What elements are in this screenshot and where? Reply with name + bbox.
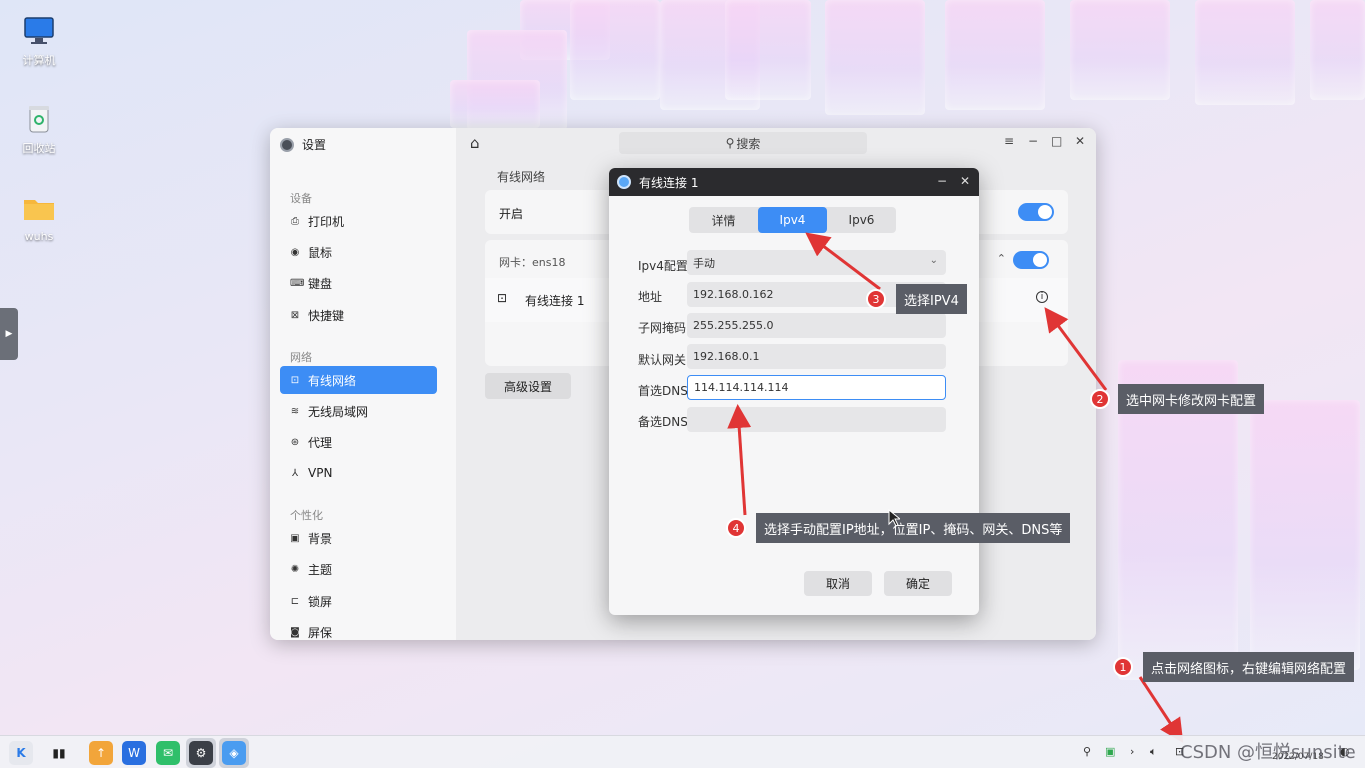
annotation-callout-2: 选中网卡修改网卡配置 <box>1118 384 1265 414</box>
taskbar: K ▮▮ ↑ W ✉ ⚙ ◈ ⚲ ▣ › 🔈︎ ⊡ ◐ <box>0 735 1365 768</box>
arrow-2 <box>1044 307 1108 391</box>
multitask-icon[interactable]: ▮▮ <box>47 741 71 765</box>
wps-icon[interactable]: W <box>122 741 146 765</box>
annotation-marker-1: 1 <box>1113 657 1133 677</box>
arrow-1 <box>1138 676 1184 744</box>
annotation-marker-2: 2 <box>1090 389 1110 409</box>
network-dialog-taskbar-icon[interactable]: ◈ <box>222 741 246 765</box>
annotation-marker-4: 4 <box>726 518 746 538</box>
chevron-right-icon[interactable]: › <box>1130 745 1134 758</box>
arrow-4 <box>727 404 752 516</box>
annotation-callout-3: 选择IPV4 <box>896 284 967 314</box>
annotation-callout-1: 点击网络图标，右键编辑网络配置 <box>1143 652 1355 682</box>
mouse-cursor-icon <box>888 509 900 527</box>
search-icon[interactable]: ⚲ <box>1083 745 1091 758</box>
volume-icon[interactable]: 🔈︎ <box>1150 745 1157 759</box>
chat-icon[interactable]: ✉ <box>156 741 180 765</box>
annotation-marker-3: 3 <box>866 289 886 309</box>
file-manager-icon[interactable]: ↑ <box>89 741 113 765</box>
start-menu-icon[interactable]: K <box>9 741 33 765</box>
tray-app-icon[interactable]: ▣ <box>1105 745 1115 758</box>
watermark: CSDN @恒悦sunsite <box>1180 742 1356 763</box>
settings-taskbar-icon[interactable]: ⚙ <box>189 741 213 765</box>
arrow-3 <box>805 232 881 291</box>
annotation-callout-4: 选择手动配置IP地址，位置IP、掩码、网关、DNS等 <box>756 513 1071 543</box>
